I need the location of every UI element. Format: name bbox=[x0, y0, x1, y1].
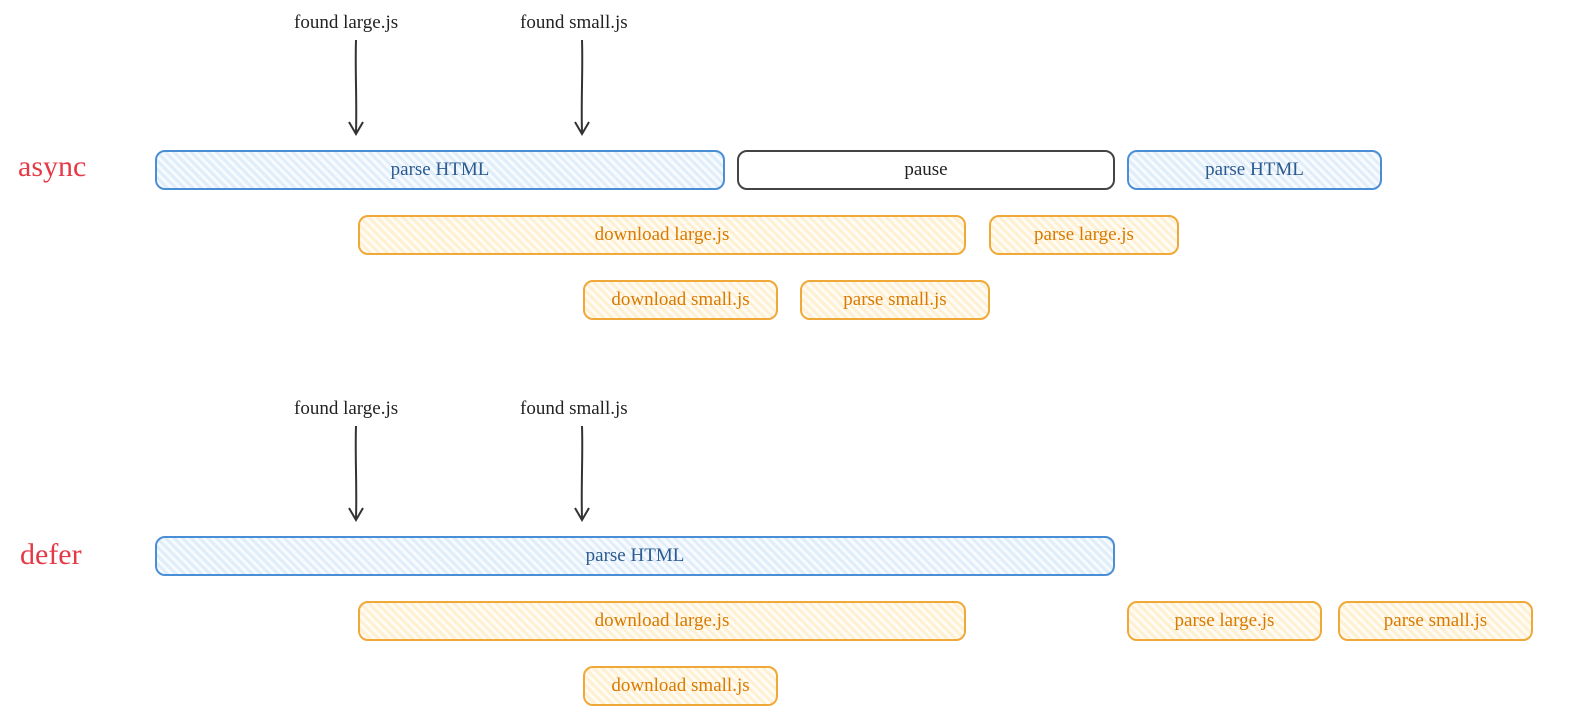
timeline-bar-download-large: download large.js bbox=[358, 215, 966, 255]
arrow-down-icon bbox=[568, 40, 598, 138]
timeline-bar-parse-html: parse HTML bbox=[1127, 150, 1382, 190]
diagram-canvas: async found large.js found small.js pars… bbox=[0, 0, 1569, 728]
timeline-bar-download-small: download small.js bbox=[583, 280, 778, 320]
arrow-down-icon bbox=[342, 426, 372, 524]
timeline-bar-download-small: download small.js bbox=[583, 666, 778, 706]
timeline-bar-parse-large: parse large.js bbox=[1127, 601, 1322, 641]
timeline-bar-parse-large: parse large.js bbox=[989, 215, 1179, 255]
annotation-found-small-defer: found small.js bbox=[520, 398, 628, 420]
defer-label: defer bbox=[20, 538, 82, 572]
timeline-bar-download-large: download large.js bbox=[358, 601, 966, 641]
timeline-bar-parse-html: parse HTML bbox=[155, 536, 1115, 576]
timeline-bar-parse-html: parse HTML bbox=[155, 150, 725, 190]
annotation-found-small-async: found small.js bbox=[520, 12, 628, 34]
arrow-down-icon bbox=[342, 40, 372, 138]
async-label: async bbox=[18, 150, 86, 184]
timeline-bar-parse-small: parse small.js bbox=[1338, 601, 1533, 641]
annotation-found-large-async: found large.js bbox=[294, 12, 398, 34]
timeline-bar-pause: pause bbox=[737, 150, 1115, 190]
annotation-found-large-defer: found large.js bbox=[294, 398, 398, 420]
arrow-down-icon bbox=[568, 426, 598, 524]
timeline-bar-parse-small: parse small.js bbox=[800, 280, 990, 320]
